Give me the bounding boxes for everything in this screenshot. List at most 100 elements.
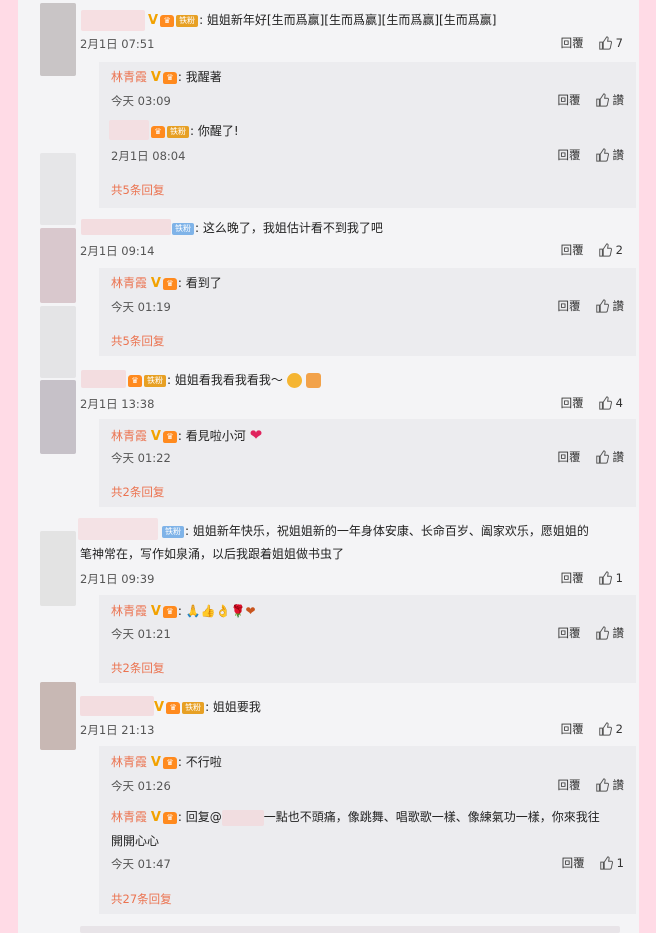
comment-text: 姐姐新年快乐，祝姐姐新的一年身体安康、长命百岁、阖家欢乐，愿姐姐的 [192,524,589,538]
avatar[interactable] [40,153,76,225]
verified-icon: V [150,604,161,619]
next-comment-cutoff [80,926,620,933]
reply-button[interactable]: 回覆 [561,721,584,737]
like-icon[interactable] [595,299,609,313]
verified-icon: V [150,810,161,825]
verified-icon: V [150,70,161,85]
comment-text: 姐姐看我看我看我～ [174,373,283,387]
like-icon[interactable] [598,722,612,736]
avatar[interactable] [40,380,76,454]
avatar[interactable] [40,3,76,76]
reply-author[interactable]: 林青霞 [111,810,147,824]
crown-icon: ♛ [162,71,177,84]
like-count: 2 [615,722,623,736]
like-icon[interactable] [595,450,609,464]
timestamp: 2月1日 08:04 [111,149,186,163]
reply-button[interactable]: 回覆 [558,92,581,108]
like-icon[interactable] [598,36,612,50]
badge-set: V ♛ 铁粉 [148,13,199,28]
timestamp: 今天 03:09 [111,94,171,108]
timestamp: 2月1日 07:51 [80,37,155,51]
username-blurred[interactable] [109,120,149,140]
crown-icon: ♛ [162,811,177,824]
more-replies-link[interactable]: 共5条回复 [111,182,164,198]
comment: V ♛ 铁粉 : 姐姐新年好[生而爲赢][生而爲赢][生而爲赢][生而爲赢] 2… [80,13,623,51]
verified-icon: V [150,755,161,770]
like-count: 2 [615,243,623,257]
reply-button[interactable]: 回覆 [561,35,584,51]
reply-button[interactable]: 回覆 [561,570,584,586]
reply-prefix: 回复@ [185,810,222,824]
timestamp: 2月1日 09:39 [80,572,155,586]
like-icon[interactable] [595,148,609,162]
reply-text: 🙏👍👌🌹❤ [185,604,256,618]
crown-icon: ♛ [151,125,165,138]
timestamp: 2月1日 09:14 [80,244,155,258]
like-icon[interactable] [595,778,609,792]
verified-icon: V [148,13,159,28]
timestamp: 2月1日 13:38 [80,397,155,411]
more-replies-link[interactable]: 共2条回复 [111,660,164,676]
reply-button[interactable]: 回覆 [558,147,581,163]
like-label[interactable]: 讚 [613,777,625,793]
reply-author[interactable]: 林青霞 [111,604,147,618]
fan-badge: 铁粉 [144,374,166,387]
timestamp: 今天 01:47 [111,857,171,871]
avatar[interactable] [40,228,76,303]
more-replies-link[interactable]: 共5条回复 [111,333,164,349]
like-label[interactable]: 讚 [613,298,625,314]
verified-icon: V [150,276,161,291]
reply-button[interactable]: 回覆 [558,298,581,314]
timestamp: 2月1日 21:13 [80,723,155,737]
avatar[interactable] [40,682,76,750]
like-icon[interactable] [598,396,612,410]
mention-blurred[interactable] [221,809,264,826]
reply-text: 看到了 [185,276,222,290]
reply-box: 林青霞 V ♛: 看見啦小河 ❤ 今天 01:22 回覆 讚 共2条回复 [99,419,636,507]
reply-button[interactable]: 回覆 [561,395,584,411]
avatar[interactable] [40,306,76,378]
like-icon[interactable] [598,571,612,585]
timestamp: 今天 01:19 [111,300,171,314]
reply-button[interactable]: 回覆 [558,625,581,641]
crown-icon: ♛ [162,277,177,290]
like-label[interactable]: 讚 [613,449,625,465]
like-icon[interactable] [599,856,613,870]
comment: 铁粉: 这么晚了，我姐估计看不到我了吧 2月1日 09:14 回覆 2 [80,221,623,258]
like-icon[interactable] [595,93,609,107]
more-replies-link[interactable]: 共2条回复 [111,484,164,500]
like-icon[interactable] [595,626,609,640]
timestamp: 今天 01:21 [111,627,171,641]
reply-text: 我醒著 [185,70,222,84]
verified-icon: V [150,429,161,444]
reply-button[interactable]: 回覆 [561,242,584,258]
reply-actions: 回覆 讚 [558,625,625,641]
more-replies-link[interactable]: 共27条回复 [111,891,172,907]
fan-badge: 铁粉 [172,222,194,235]
comment-actions: 回覆 4 [561,395,623,411]
reply-text: 開開心心 [111,834,160,848]
reply-box: 林青霞 V ♛: 🙏👍👌🌹❤ 今天 01:21 回覆 讚 共2条回复 [99,595,636,683]
reply-button[interactable]: 回覆 [558,777,581,793]
comment-text: 姐姐要我 [212,700,261,714]
avatar[interactable] [40,531,76,606]
timestamp: 今天 01:22 [111,451,171,465]
like-label[interactable]: 讚 [613,625,625,641]
like-label[interactable]: 讚 [613,92,625,108]
like-icon[interactable] [598,243,612,257]
verified-icon: V [154,700,165,715]
reply-actions: 回覆 讚 [558,147,625,163]
like-label[interactable]: 讚 [613,147,625,163]
timestamp: 今天 01:26 [111,779,171,793]
like-count: 7 [615,36,623,50]
reply-author[interactable]: 林青霞 [111,755,147,769]
reply-author[interactable]: 林青霞 [111,429,147,443]
manicure-emoji-icon [305,373,321,388]
comment: 铁粉: 姐姐新年快乐，祝姐姐新的一年身体安康、长命百岁、阖家欢乐，愿姐姐的 笔神… [80,524,623,586]
reply-author[interactable]: 林青霞 [111,70,147,84]
crown-icon: ♛ [160,14,175,27]
reply-button[interactable]: 回覆 [562,855,585,871]
reply-button[interactable]: 回覆 [558,449,581,465]
reply-author[interactable]: 林青霞 [111,276,147,290]
comment-actions: 回覆 1 [561,570,623,586]
